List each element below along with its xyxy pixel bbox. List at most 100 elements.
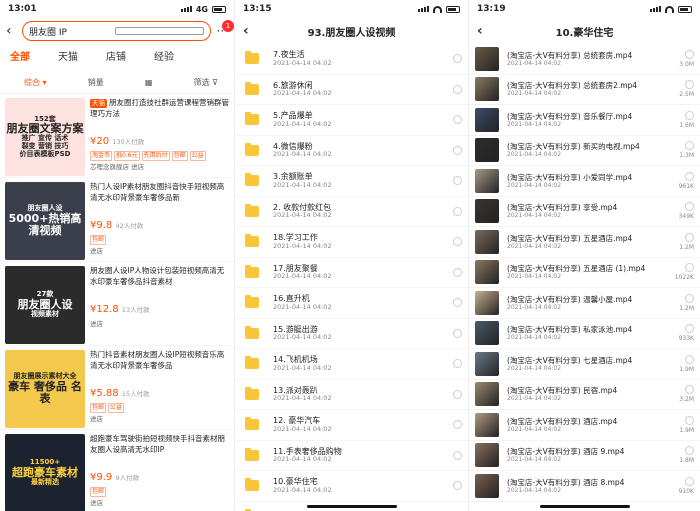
- select-radio[interactable]: [453, 84, 462, 94]
- select-radio[interactable]: [685, 141, 694, 151]
- select-radio[interactable]: [453, 176, 462, 186]
- sort-sales[interactable]: 销量: [88, 77, 104, 88]
- folder-row[interactable]: 3.余额账单 2021-04-14 04:02: [235, 166, 468, 197]
- select-radio[interactable]: [453, 267, 462, 277]
- file-row[interactable]: (淘宝店-大V有料分享) 小爱同学.mp4 2021-04-14 04:02 961…: [469, 166, 700, 197]
- select-radio[interactable]: [453, 359, 462, 369]
- folder-date: 2021-04-14 04:02: [273, 333, 332, 342]
- select-radio[interactable]: [685, 171, 694, 181]
- folder-row[interactable]: 6.旅游休闲 2021-04-14 04:02: [235, 75, 468, 105]
- back-icon[interactable]: ‹: [477, 23, 487, 39]
- folder-row[interactable]: 5.产品爆单 2021-04-14 04:02: [235, 105, 468, 136]
- product-title[interactable]: 热门抖音素材朋友圈人设IP短视频音乐高清无水印背景豪车奢侈品: [90, 350, 230, 384]
- shop-link[interactable]: 进店: [90, 320, 230, 329]
- file-row[interactable]: (淘宝店-大V有料分享) 酒店 9.mp4 2021-04-14 04:02 1.8…: [469, 441, 700, 471]
- product-price: ¥9.9 9人付款: [90, 472, 140, 483]
- folder-list: 7.夜生活 2021-04-14 04:02 6.旅游休闲 2021-04-14 04…: [235, 44, 468, 511]
- file-row[interactable]: (淘宝店-大V有料分享) 总统套房2.mp4 2021-04-14 04:02 2.…: [469, 75, 700, 105]
- select-radio[interactable]: [453, 298, 462, 308]
- product-item[interactable]: 朋友圈人设 5000+热销高清视频 热门人设IP素材朋友圈抖音快手短视频高清无水印背…: [0, 178, 234, 262]
- select-radio[interactable]: [685, 446, 694, 456]
- shop-link[interactable]: 进店: [90, 247, 230, 256]
- file-row[interactable]: (淘宝店-大V有料分享) 五星酒店 (1).mp4 2021-04-14 04:0…: [469, 258, 700, 288]
- folder-row[interactable]: 10.豪华住宅 2021-04-14 04:02: [235, 471, 468, 502]
- file-row[interactable]: (淘宝店-大V有料分享) 新买的电视.mp4 2021-04-14 04:02 1.…: [469, 136, 700, 166]
- select-radio[interactable]: [453, 389, 462, 399]
- select-radio[interactable]: [685, 80, 694, 90]
- folder-row[interactable]: 14.飞机机场 2021-04-14 04:02: [235, 349, 468, 380]
- file-name: (淘宝店-大V有料分享) 五星酒店.mp4: [507, 233, 633, 243]
- file-row[interactable]: (淘宝店-大V有料分享) 温馨小屋.mp4 2021-04-14 04:02 1.2…: [469, 288, 700, 319]
- select-radio[interactable]: [453, 54, 462, 64]
- folder-row[interactable]: 17.朋友聚餐 2021-04-14 04:02: [235, 258, 468, 288]
- file-row[interactable]: (淘宝店-大V有料分享) 享受.mp4 2021-04-14 04:02 349K: [469, 197, 700, 227]
- product-thumbnail[interactable]: 11500+ 超跑豪车素材 最新精选: [5, 434, 85, 511]
- file-row[interactable]: (淘宝店-大V有料分享) 五星酒店.mp4 2021-04-14 04:02 1.2…: [469, 227, 700, 258]
- tab-all[interactable]: 全部: [10, 48, 30, 63]
- select-radio[interactable]: [453, 328, 462, 338]
- product-title[interactable]: 朋友圈人设IP人物设计包装短视频高清无水印豪车奢侈品抖音素材: [90, 266, 230, 300]
- select-radio[interactable]: [685, 476, 694, 486]
- folder-row[interactable]: 16.直升机 2021-04-14 04:02: [235, 288, 468, 319]
- select-radio[interactable]: [453, 420, 462, 430]
- shop-link[interactable]: 进店: [90, 415, 230, 424]
- back-icon[interactable]: ‹: [6, 23, 16, 39]
- folder-row[interactable]: 15.游艇出游 2021-04-14 04:02: [235, 319, 468, 349]
- product-item[interactable]: 朋友圈展示素材大全 豪车 奢侈品 名表 热门抖音素材朋友圈人设IP短视频音乐高清无水…: [0, 346, 234, 430]
- folder-row[interactable]: 18.学习工作 2021-04-14 04:02: [235, 227, 468, 258]
- shop-link[interactable]: 芯哩念旗舰店 进店: [90, 163, 230, 172]
- tab-tmall[interactable]: 天猫: [58, 48, 78, 63]
- select-radio[interactable]: [685, 354, 694, 364]
- select-radio[interactable]: [685, 293, 694, 303]
- select-radio[interactable]: [453, 206, 462, 216]
- product-item[interactable]: 27款 朋友圈人设 视频素材 朋友圈人设IP人物设计包装短视频高清无水印豪车奢侈品抖音…: [0, 262, 234, 346]
- product-thumbnail[interactable]: 152套 朋友圈文案方案 推广 宣传 话术 裂变 营销 技巧 价目表模板PSD: [5, 98, 85, 176]
- file-row[interactable]: (淘宝店-大V有料分享) 私家泳池.mp4 2021-04-14 04:02 933…: [469, 319, 700, 349]
- grid-toggle-icon[interactable]: ▦: [145, 78, 153, 87]
- select-radio[interactable]: [685, 385, 694, 395]
- file-row[interactable]: (淘宝店-大V有料分享) 七星酒店.mp4 2021-04-14 04:02 1.9…: [469, 349, 700, 380]
- product-title[interactable]: 热门人设IP素材朋友圈抖音快手短视频高清无水印背景豪车奢侈品新: [90, 182, 230, 216]
- camera-icon[interactable]: [115, 27, 204, 35]
- search-input[interactable]: 朋友圈 IP: [22, 21, 211, 41]
- product-thumbnail[interactable]: 27款 朋友圈人设 视频素材: [5, 266, 85, 344]
- tab-shops[interactable]: 店铺: [106, 48, 126, 63]
- product-thumbnail[interactable]: 朋友圈展示素材大全 豪车 奢侈品 名表: [5, 350, 85, 428]
- file-row[interactable]: (淘宝店-大V有料分享) 民宿.mp4 2021-04-14 04:02 3.2M: [469, 380, 700, 410]
- product-thumbnail[interactable]: 朋友圈人设 5000+热销高清视频: [5, 182, 85, 260]
- back-icon[interactable]: ‹: [243, 23, 253, 39]
- tab-experience[interactable]: 经验: [154, 48, 174, 63]
- folder-row[interactable]: 11.手表奢侈品购物 2021-04-14 04:02: [235, 441, 468, 471]
- select-radio[interactable]: [453, 237, 462, 247]
- file-row[interactable]: (淘宝店-大V有料分享) 酒店 8.mp4 2021-04-14 04:02 910…: [469, 471, 700, 502]
- select-radio[interactable]: [685, 415, 694, 425]
- product-item[interactable]: 11500+ 超跑豪车素材 最新精选 超跑豪车驾驶街拍短视频快手抖音素材朋友圈人设高清…: [0, 430, 234, 511]
- folder-row[interactable]: 13.派对轰趴 2021-04-14 04:02: [235, 380, 468, 410]
- folder-date: 2021-04-14 04:02: [273, 272, 332, 281]
- filter-button[interactable]: 筛选 ⊽: [194, 77, 218, 88]
- folder-row[interactable]: 7.夜生活 2021-04-14 04:02: [235, 44, 468, 75]
- select-radio[interactable]: [685, 232, 694, 242]
- folder-row[interactable]: 2. 收款付款红包 2021-04-14 04:02: [235, 197, 468, 227]
- product-item[interactable]: 152套 朋友圈文案方案 推广 宣传 话术 裂变 营销 技巧 价目表模板PSD 天猫 朋友圈…: [0, 94, 234, 178]
- file-row[interactable]: (淘宝店-大V有料分享) 酒店.mp4 2021-04-14 04:02 1.9M: [469, 410, 700, 441]
- select-radio[interactable]: [685, 202, 694, 212]
- file-row[interactable]: (淘宝店-大V有料分享) 音乐餐厅.mp4 2021-04-14 04:02 1.6…: [469, 105, 700, 136]
- more-icon[interactable]: ··· 1: [217, 20, 234, 38]
- folder-row[interactable]: 4.微信爆粉 2021-04-14 04:02: [235, 136, 468, 166]
- folder-row[interactable]: 12. 豪华汽车 2021-04-14 04:02: [235, 410, 468, 441]
- select-radio[interactable]: [685, 324, 694, 334]
- sort-comprehensive[interactable]: 综合 ▾: [24, 77, 47, 88]
- file-name: (淘宝店-大V有料分享) 五星酒店 (1).mp4: [507, 264, 646, 274]
- product-title[interactable]: 天猫 朋友圈打造技社群运营课程营销群管理巧方法: [90, 98, 230, 132]
- file-row[interactable]: (淘宝店-大V有料分享) 总统套房.mp4 2021-04-14 04:02 3.0…: [469, 44, 700, 75]
- select-radio[interactable]: [685, 49, 694, 59]
- select-radio[interactable]: [453, 481, 462, 491]
- select-radio[interactable]: [685, 110, 694, 120]
- select-radio[interactable]: [453, 145, 462, 155]
- select-radio[interactable]: [453, 450, 462, 460]
- select-radio[interactable]: [453, 115, 462, 125]
- product-title[interactable]: 超跑豪车驾驶街拍短视频快手抖音素材朋友圈人设高清无水印IP: [90, 434, 230, 468]
- shop-link[interactable]: 进店: [90, 499, 230, 508]
- select-radio[interactable]: [685, 263, 694, 273]
